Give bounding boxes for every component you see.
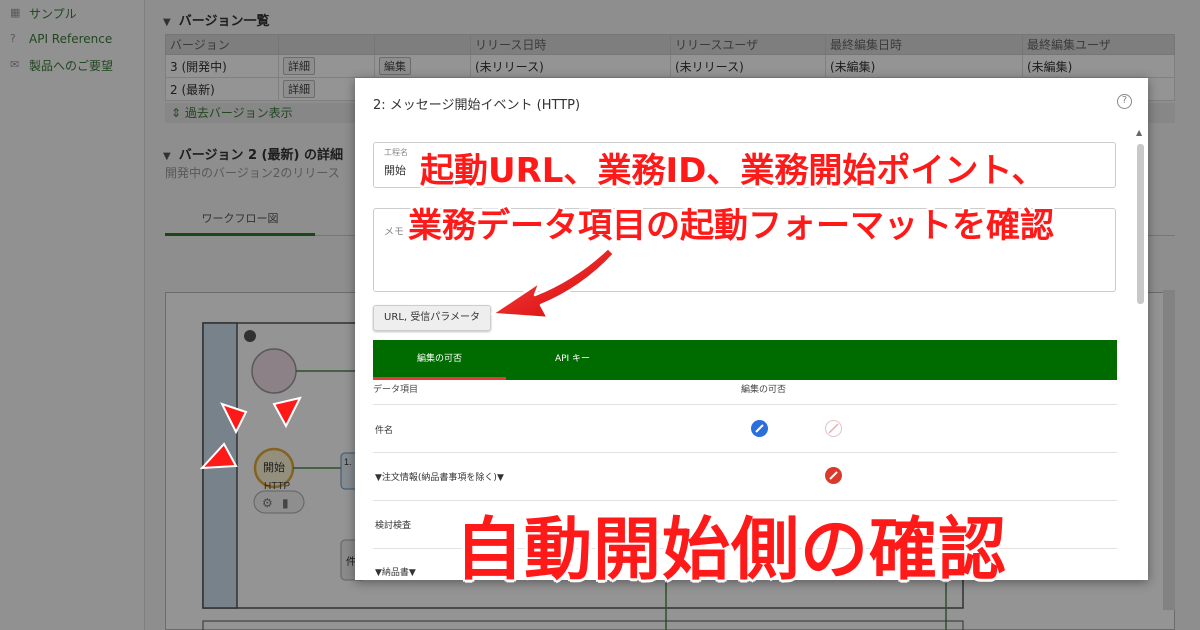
annotation-line1: 起動URL、業務ID、業務開始ポイント、: [420, 151, 1046, 191]
annotation-line2: 業務データ項目の起動フォーマットを確認: [408, 206, 1054, 246]
arrow-shape: [490, 246, 616, 320]
annotation-main: 自動開始側の確認: [455, 511, 1008, 590]
